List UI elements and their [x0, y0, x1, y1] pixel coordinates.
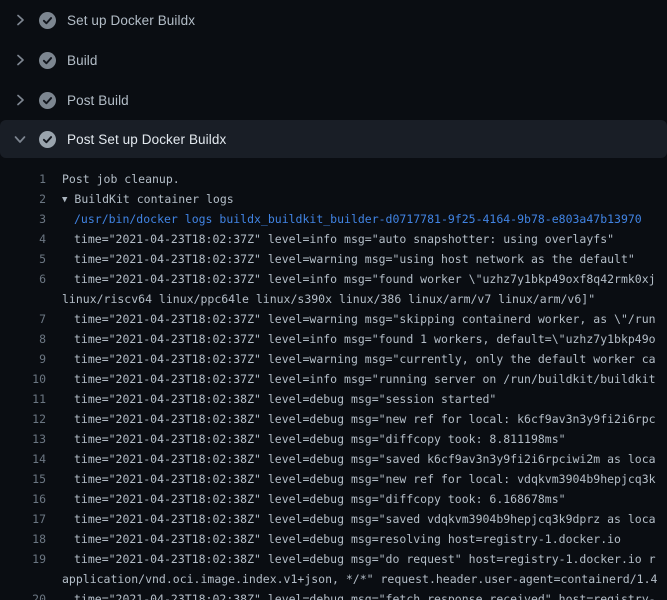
line-number[interactable]: 5 [0, 249, 46, 269]
log-text: time="2021-04-23T18:02:37Z" level=warnin… [74, 309, 656, 329]
log-text: /usr/bin/docker logs buildx_buildkit_bui… [74, 209, 642, 229]
line-number[interactable]: 17 [0, 509, 46, 529]
line-number[interactable]: 19 [0, 549, 46, 569]
log-row: 1 Post job cleanup. [0, 169, 667, 189]
line-number[interactable]: 1 [0, 169, 46, 189]
chevron-right-icon[interactable] [12, 12, 28, 28]
log-row: 13 time="2021-04-23T18:02:38Z" level=deb… [0, 429, 667, 449]
log-row: 5 time="2021-04-23T18:02:37Z" level=warn… [0, 249, 667, 269]
log-text: ▼ BuildKit container logs [62, 189, 234, 209]
log-row: 19 time="2021-04-23T18:02:38Z" level=deb… [0, 549, 667, 569]
group-toggle-icon[interactable]: ▼ [62, 190, 67, 209]
line-number[interactable]: 9 [0, 349, 46, 369]
line-number[interactable]: 20 [0, 589, 46, 600]
log-row: linux/riscv64 linux/ppc64le linux/s390x … [0, 289, 667, 309]
line-number[interactable]: 6 [0, 269, 46, 289]
line-number[interactable]: 14 [0, 449, 46, 469]
log-row: 18 time="2021-04-23T18:02:38Z" level=deb… [0, 529, 667, 549]
log-row: 2 ▼ BuildKit container logs [0, 189, 667, 209]
log-text: time="2021-04-23T18:02:38Z" level=debug … [74, 549, 656, 569]
step-label: Set up Docker Buildx [67, 13, 195, 28]
line-number[interactable] [0, 569, 46, 589]
step-row[interactable]: Post Build [0, 80, 667, 120]
log-row: 14 time="2021-04-23T18:02:38Z" level=deb… [0, 449, 667, 469]
log-row: 6 time="2021-04-23T18:02:37Z" level=info… [0, 269, 667, 289]
chevron-right-icon[interactable] [12, 92, 28, 108]
line-number[interactable]: 18 [0, 529, 46, 549]
group-title[interactable]: BuildKit container logs [74, 192, 233, 206]
log-text: time="2021-04-23T18:02:37Z" level=info m… [74, 329, 656, 349]
log-text: time="2021-04-23T18:02:37Z" level=info m… [74, 229, 614, 249]
log-row: 3 /usr/bin/docker logs buildx_buildkit_b… [0, 209, 667, 229]
line-number[interactable]: 11 [0, 389, 46, 409]
line-number[interactable]: 8 [0, 329, 46, 349]
log-text: Post job cleanup. [62, 169, 180, 189]
log-row: 7 time="2021-04-23T18:02:37Z" level=warn… [0, 309, 667, 329]
line-number[interactable]: 15 [0, 469, 46, 489]
check-circle-icon [39, 92, 56, 109]
log-row: 9 time="2021-04-23T18:02:37Z" level=warn… [0, 349, 667, 369]
log-row: 12 time="2021-04-23T18:02:38Z" level=deb… [0, 409, 667, 429]
line-number[interactable]: 16 [0, 489, 46, 509]
log-text: time="2021-04-23T18:02:37Z" level=warnin… [74, 249, 635, 269]
log-text: time="2021-04-23T18:02:38Z" level=debug … [74, 449, 656, 469]
log-text: linux/riscv64 linux/ppc64le linux/s390x … [62, 289, 595, 309]
log-text: time="2021-04-23T18:02:38Z" level=debug … [74, 529, 621, 549]
check-circle-icon [39, 12, 56, 29]
log-text: application/vnd.oci.image.index.v1+json,… [62, 569, 657, 589]
log-text: time="2021-04-23T18:02:38Z" level=debug … [74, 469, 656, 489]
log-area: 1 Post job cleanup. 2 ▼ BuildKit containe… [0, 158, 667, 600]
log-text: time="2021-04-23T18:02:38Z" level=debug … [74, 589, 656, 600]
log-text: time="2021-04-23T18:02:37Z" level=info m… [74, 369, 656, 389]
line-number[interactable] [0, 289, 46, 309]
log-row: 15 time="2021-04-23T18:02:38Z" level=deb… [0, 469, 667, 489]
line-number[interactable]: 4 [0, 229, 46, 249]
step-row[interactable]: Set up Docker Buildx [0, 0, 667, 40]
log-text: time="2021-04-23T18:02:37Z" level=info m… [74, 269, 656, 289]
step-label: Build [67, 53, 98, 68]
log-text: time="2021-04-23T18:02:38Z" level=debug … [74, 489, 566, 509]
line-number[interactable]: 2 [0, 189, 46, 209]
log-row: 10 time="2021-04-23T18:02:37Z" level=inf… [0, 369, 667, 389]
line-number[interactable]: 3 [0, 209, 46, 229]
log-row: 11 time="2021-04-23T18:02:38Z" level=deb… [0, 389, 667, 409]
step-row[interactable]: Build [0, 40, 667, 80]
chevron-right-icon[interactable] [12, 52, 28, 68]
log-text: time="2021-04-23T18:02:38Z" level=debug … [74, 389, 496, 409]
log-text: time="2021-04-23T18:02:37Z" level=warnin… [74, 349, 656, 369]
chevron-down-icon[interactable] [12, 131, 28, 147]
check-circle-icon [39, 52, 56, 69]
actions-log-viewer: Set up Docker Buildx Build P [0, 0, 667, 600]
log-row: 17 time="2021-04-23T18:02:38Z" level=deb… [0, 509, 667, 529]
log-row: 16 time="2021-04-23T18:02:38Z" level=deb… [0, 489, 667, 509]
log-row: 20 time="2021-04-23T18:02:38Z" level=deb… [0, 589, 667, 600]
line-number[interactable]: 10 [0, 369, 46, 389]
line-number[interactable]: 12 [0, 409, 46, 429]
step-label: Post Set up Docker Buildx [67, 132, 226, 147]
log-text: time="2021-04-23T18:02:38Z" level=debug … [74, 429, 566, 449]
line-number[interactable]: 13 [0, 429, 46, 449]
step-row[interactable]: Post Set up Docker Buildx [0, 120, 667, 158]
log-row: 8 time="2021-04-23T18:02:37Z" level=info… [0, 329, 667, 349]
log-row: application/vnd.oci.image.index.v1+json,… [0, 569, 667, 589]
log-text: time="2021-04-23T18:02:38Z" level=debug … [74, 509, 656, 529]
line-number[interactable]: 7 [0, 309, 46, 329]
step-label: Post Build [67, 93, 129, 108]
check-circle-icon [39, 131, 56, 148]
log-row: 4 time="2021-04-23T18:02:37Z" level=info… [0, 229, 667, 249]
log-lines: 1 Post job cleanup. 2 ▼ BuildKit containe… [0, 169, 667, 600]
steps-list: Set up Docker Buildx Build P [0, 0, 667, 158]
log-text: time="2021-04-23T18:02:38Z" level=debug … [74, 409, 656, 429]
